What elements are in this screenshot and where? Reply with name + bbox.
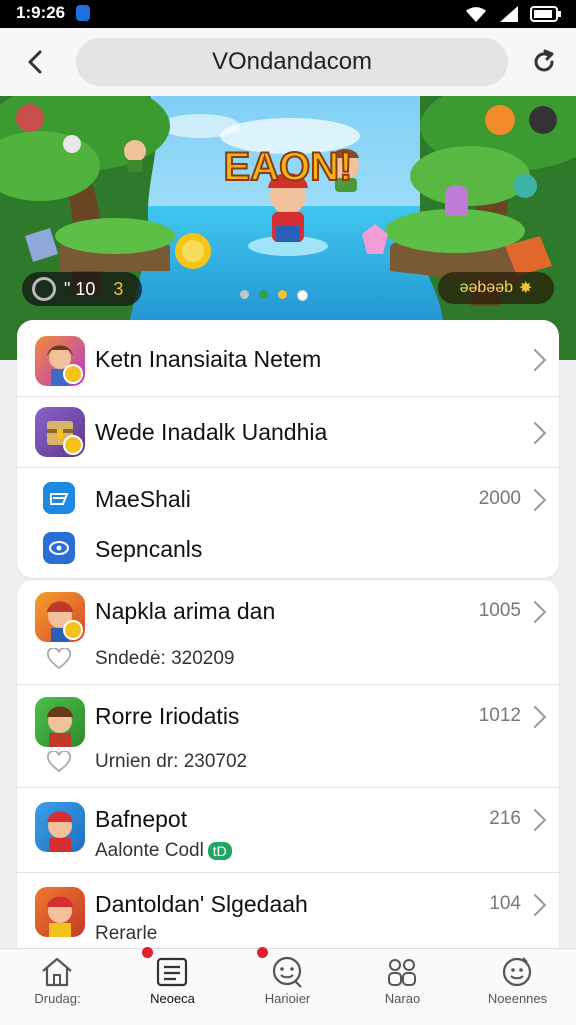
link-icon	[43, 532, 75, 564]
game-title: Napkla arima dan	[95, 598, 276, 624]
star-icon: ✸	[518, 280, 533, 297]
tab-label: Neoeca	[150, 991, 195, 1006]
reward-pill-text: əəbəəb	[459, 279, 513, 296]
game-app-icon	[35, 697, 85, 747]
menu-item-label: Sepncanls	[95, 536, 203, 562]
game-subtitle: Sndedė: 320209	[95, 648, 235, 669]
home-icon	[42, 957, 72, 987]
notification-dot	[142, 947, 153, 958]
tab-label: Narao	[384, 991, 421, 1006]
menu-card: Ketn Inansiaita Netem Wede Inadalk Uandh…	[17, 320, 559, 578]
tab-chat[interactable]: Harioier	[230, 947, 345, 1025]
chevron-right-icon	[523, 705, 547, 729]
profile-icon	[502, 957, 532, 987]
game-count: 1005	[478, 600, 521, 621]
coin-counter-pill: " 10 3	[22, 272, 142, 306]
bottom-tab-bar: Drudag: Neoeca Harioier Narao Noeennes	[0, 947, 576, 1025]
tab-home[interactable]: Drudag:	[0, 949, 115, 1025]
menu-item[interactable]: Sepncanls	[17, 524, 559, 574]
wifi-icon	[466, 7, 486, 22]
news-icon	[156, 957, 188, 987]
game-app-icon	[35, 887, 85, 937]
game-app-icon	[35, 802, 85, 852]
ring-icon	[32, 277, 56, 301]
coin-counter-text: " 10	[64, 278, 96, 299]
coin-counter-number: 3	[113, 278, 124, 299]
game-list-item[interactable]: Rorre Iriodatis 1012 Urnien dr: 230702	[17, 685, 559, 787]
game-count: 216	[489, 808, 521, 829]
game-title: Bafnepot	[95, 806, 188, 832]
game-list-card: Napkla arima dan 1005 Sndedė: 320209 Ror…	[17, 580, 559, 948]
battery-icon	[530, 6, 561, 22]
status-badge: tD	[207, 841, 232, 860]
menu-item[interactable]: Wede Inadalk Uandhia	[17, 397, 559, 467]
people-icon	[388, 959, 416, 986]
menu-item-count: 2000	[478, 488, 521, 509]
chat-face-icon	[272, 956, 302, 988]
heart-icon[interactable]	[47, 648, 71, 670]
tab-profile[interactable]: Noeennes	[460, 949, 575, 1025]
game-count: 104	[489, 893, 521, 914]
status-bar: 1:9:26	[0, 0, 576, 28]
banner-title: EAON!	[224, 145, 353, 189]
notification-dot	[257, 947, 268, 958]
game-title: Rorre Iriodatis	[95, 703, 240, 729]
tab-people[interactable]: Narao	[345, 949, 460, 1025]
game-list-item[interactable]: Bafnepot 216 Aalonte Codl tD	[17, 788, 559, 872]
game-subtitle-text: Aalonte Codl	[95, 840, 204, 861]
menu-item-label: Ketn Inansiaita Netem	[95, 346, 322, 372]
game-app-icon	[35, 336, 85, 386]
carousel-dots[interactable]	[240, 290, 308, 301]
tab-label: Drudag:	[34, 991, 81, 1006]
game-subtitle: Urnien dr: 230702	[95, 751, 248, 772]
carousel-dot[interactable]	[259, 290, 268, 299]
tab-label: Harioier	[264, 991, 311, 1006]
tab-news[interactable]: Neoeca	[115, 947, 230, 1025]
shield-icon	[76, 5, 90, 21]
url-field[interactable]: VOndandacom	[76, 38, 508, 86]
game-subtitle: Rerarle	[95, 923, 158, 944]
url-text: VOndandacom	[211, 48, 373, 75]
status-icons	[464, 5, 562, 23]
carousel-dot[interactable]	[240, 290, 249, 299]
reward-pill[interactable]: əəbəəb ✸	[438, 272, 554, 304]
browser-bar: VOndandacom	[0, 28, 576, 96]
mail-stack-icon	[43, 482, 75, 514]
menu-item[interactable]: MaeShali 2000	[17, 468, 559, 524]
chevron-right-icon	[523, 600, 547, 624]
status-time: 1:9:26	[16, 3, 66, 22]
game-subtitle: Aalonte Codl tD	[95, 840, 232, 862]
menu-item[interactable]: Ketn Inansiaita Netem	[17, 320, 559, 396]
tab-label: Noeennes	[487, 991, 548, 1006]
menu-item-label: MaeShali	[95, 486, 191, 512]
menu-item-label: Wede Inadalk Uandhia	[95, 419, 328, 445]
game-list-item[interactable]: Napkla arima dan 1005 Sndedė: 320209	[17, 580, 559, 684]
carousel-dot[interactable]	[278, 290, 287, 299]
chevron-right-icon	[523, 348, 547, 372]
game-title: Dantoldan' Slgedaah	[95, 891, 308, 917]
reload-icon[interactable]	[530, 48, 558, 76]
game-count: 1012	[478, 705, 521, 726]
carousel-dot-active[interactable]	[297, 290, 308, 301]
game-list-item[interactable]: Dantoldan' Slgedaah 104 Rerarle	[17, 873, 559, 948]
chevron-right-icon	[523, 488, 547, 512]
chevron-right-icon	[523, 893, 547, 917]
game-app-icon	[35, 592, 85, 642]
signal-icon	[500, 6, 518, 22]
chevron-right-icon	[523, 808, 547, 832]
back-arrow-icon[interactable]	[22, 48, 50, 76]
chevron-right-icon	[523, 421, 547, 445]
treasure-app-icon	[35, 407, 85, 457]
heart-icon[interactable]	[47, 751, 71, 773]
